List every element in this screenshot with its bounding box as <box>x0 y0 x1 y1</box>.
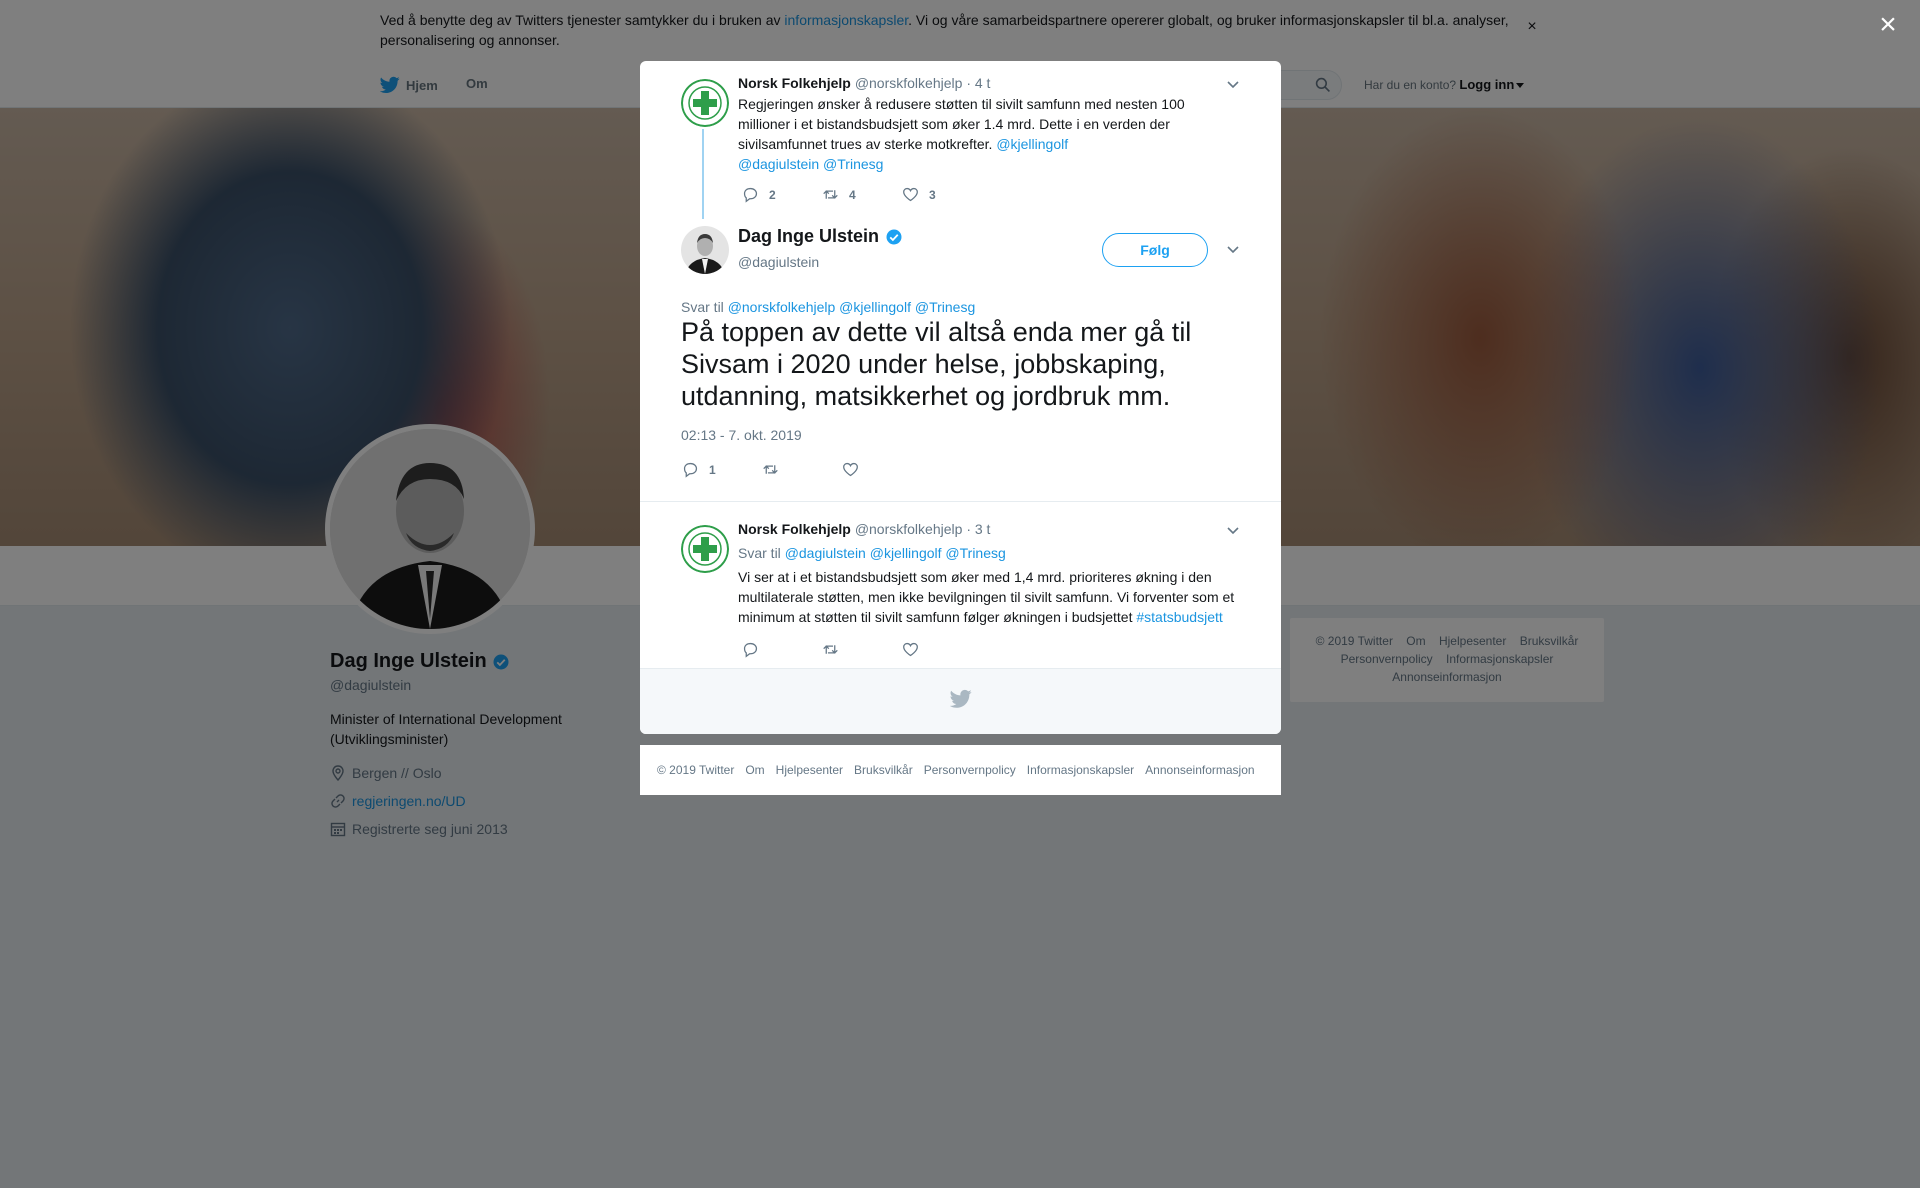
chevron-down-icon[interactable] <box>1226 77 1240 91</box>
footer-about-link[interactable]: Om <box>745 763 764 777</box>
retweet-button[interactable]: 4 <box>822 186 902 203</box>
reply-tweet-reply-to: Svar til @dagiulstein @kjellingolf @Trin… <box>738 545 1006 561</box>
divider <box>640 501 1281 502</box>
reply-button[interactable]: 2 <box>742 186 822 203</box>
like-icon <box>843 462 858 477</box>
reply-count: 1 <box>709 462 716 477</box>
dag-inge-ulstein-avatar[interactable] <box>681 226 729 274</box>
parent-tweet-name[interactable]: Norsk Folkehjelp <box>738 75 851 91</box>
follow-button[interactable]: Følg <box>1102 233 1208 267</box>
reply-button[interactable] <box>742 641 822 658</box>
reply-button[interactable]: 1 <box>682 461 762 478</box>
main-tweet-actions: 1 <box>682 461 922 478</box>
like-icon <box>903 642 918 657</box>
close-icon[interactable]: × <box>1874 10 1902 40</box>
main-tweet-timestamp[interactable]: 02:13 - 7. okt. 2019 <box>681 427 802 443</box>
tweet-modal: Norsk Folkehjelp @norskfolkehjelp · 4 t R… <box>640 61 1281 734</box>
main-reply-mentions[interactable]: @norskfolkehjelp @kjellingolf @Trinesg <box>728 299 976 315</box>
dag-inge-ulstein-photo <box>681 226 729 274</box>
reply-tweet-time[interactable]: · 3 t <box>966 521 990 537</box>
thread-connector-line <box>702 129 704 219</box>
mention-dagiulstein[interactable]: @dagiulstein <box>738 156 819 172</box>
reply-tweet-actions <box>742 641 982 658</box>
parent-tweet-body: Regjeringen ønsker å redusere støtten ti… <box>738 96 1185 152</box>
retweet-icon <box>823 645 838 654</box>
main-tweet-reply-to: Svar til @norskfolkehjelp @kjellingolf @… <box>681 299 975 315</box>
parent-tweet-time[interactable]: · 4 t <box>966 75 990 91</box>
retweet-button[interactable] <box>822 641 902 658</box>
retweet-button[interactable] <box>762 461 842 478</box>
main-tweet-handle[interactable]: @dagiulstein <box>738 254 819 270</box>
mention-trinesg[interactable]: @Trinesg <box>823 156 883 172</box>
norsk-folkehjelp-avatar[interactable] <box>681 525 729 573</box>
chevron-down-icon[interactable] <box>1226 242 1240 256</box>
retweet-count: 4 <box>849 187 856 202</box>
hashtag-statsbudsjett[interactable]: #statsbudsjett <box>1136 609 1222 625</box>
retweet-icon <box>763 465 778 474</box>
parent-tweet-handle[interactable]: @norskfolkehjelp <box>855 75 963 91</box>
main-tweet-name[interactable]: Dag Inge Ulstein <box>738 226 879 247</box>
modal-bottom-footer: © 2019 Twitter Om Hjelpesenter Bruksvilk… <box>640 745 1281 795</box>
like-icon <box>903 187 918 202</box>
like-count: 3 <box>929 187 936 202</box>
like-button[interactable] <box>902 641 982 658</box>
norsk-folkehjelp-logo <box>681 525 729 573</box>
reply-icon <box>743 187 758 203</box>
modal-footer-bar <box>640 668 1281 734</box>
main-reply-prefix: Svar til <box>681 299 724 315</box>
footer-help-link[interactable]: Hjelpesenter <box>776 763 843 777</box>
like-button[interactable]: 3 <box>902 186 982 203</box>
reply-tweet-text: Vi ser at i et bistandsbudsjett som øker… <box>738 567 1243 627</box>
reply-tweet-name[interactable]: Norsk Folkehjelp <box>738 521 851 537</box>
norsk-folkehjelp-logo <box>681 79 729 127</box>
reply-tweet-header: Norsk Folkehjelp @norskfolkehjelp · 3 t <box>738 521 990 537</box>
parent-tweet-header: Norsk Folkehjelp @norskfolkehjelp · 4 t <box>738 75 990 91</box>
like-button[interactable] <box>842 461 922 478</box>
reply-tweet-handle[interactable]: @norskfolkehjelp <box>855 521 963 537</box>
reply-count: 2 <box>769 187 776 202</box>
chevron-down-icon[interactable] <box>1226 523 1240 537</box>
twitter-bird-icon <box>950 689 972 708</box>
footer-cookies-link[interactable]: Informasjonskapsler <box>1027 763 1134 777</box>
footer-copyright: © 2019 Twitter <box>657 763 735 777</box>
parent-tweet-actions: 2 4 3 <box>742 186 982 203</box>
mention-kjellingolf[interactable]: @kjellingolf <box>996 136 1068 152</box>
footer-privacy-link[interactable]: Personvernpolicy <box>924 763 1016 777</box>
footer-ads-link[interactable]: Annonseinformasjon <box>1145 763 1254 777</box>
footer-terms-link[interactable]: Bruksvilkår <box>854 763 913 777</box>
reply-icon <box>743 642 758 658</box>
reply-tweet-reply-prefix: Svar til <box>738 545 781 561</box>
reply-icon <box>683 462 698 478</box>
parent-tweet-text: Regjeringen ønsker å redusere støtten ti… <box>738 94 1208 174</box>
main-tweet-text: På toppen av dette vil altså enda mer gå… <box>681 317 1192 411</box>
verified-icon <box>886 229 902 244</box>
norsk-folkehjelp-avatar[interactable] <box>681 79 729 127</box>
main-tweet-name-row: Dag Inge Ulstein <box>738 226 903 247</box>
retweet-icon <box>823 190 838 199</box>
reply-tweet-reply-mentions[interactable]: @dagiulstein @kjellingolf @Trinesg <box>785 545 1006 561</box>
